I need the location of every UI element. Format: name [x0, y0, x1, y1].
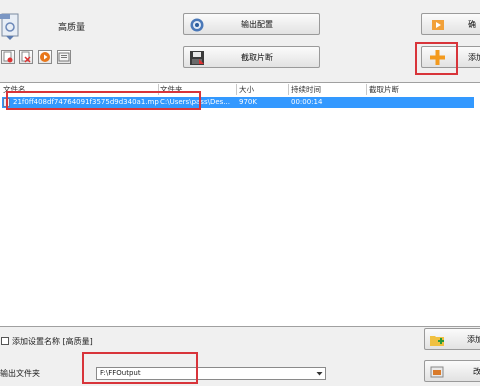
info-icon — [58, 52, 70, 62]
column-header-duration[interactable]: 持续时间 — [291, 83, 321, 96]
file-list[interactable]: 文件名 文件夹 大小 持续时间 截取片断 21f0ff408df74764091… — [0, 82, 480, 327]
table-row[interactable]: 21f0ff408df74764091f3575d9d340a1.mp4 C:\… — [2, 97, 474, 108]
change-button-label: 改 — [473, 366, 480, 376]
output-folder-select[interactable]: F:\FFOutput — [96, 367, 326, 380]
clear-icon — [21, 51, 31, 63]
media-info-button[interactable] — [57, 50, 71, 64]
add-setting-name-checkbox[interactable] — [1, 337, 9, 345]
add-file-label: 添加 — [468, 52, 480, 62]
duration-cell: 00:00:14 — [291, 98, 323, 106]
column-header-clip[interactable]: 截取片断 — [369, 83, 399, 96]
settings-icon — [189, 17, 205, 33]
clip-button[interactable]: 截取片断 — [183, 46, 320, 68]
size-cell: 970K — [239, 98, 257, 106]
add-button-label: 添加 — [467, 334, 480, 344]
quality-label: 高质量 — [58, 23, 86, 33]
output-settings-button[interactable]: 输出配置 — [183, 13, 320, 35]
play-button[interactable] — [38, 50, 52, 64]
column-header-size[interactable]: 大小 — [239, 83, 254, 96]
clip-cell — [369, 97, 469, 108]
output-settings-label: 输出配置 — [241, 19, 273, 29]
save-icon — [189, 50, 205, 66]
folder-add-icon — [429, 332, 445, 348]
clear-list-button[interactable] — [19, 50, 33, 64]
add-file-button[interactable]: 添加 — [421, 46, 480, 68]
add-button[interactable]: 添加 — [424, 328, 480, 350]
file-name-cell: 21f0ff408df74764091f3575d9d340a1.mp4 — [13, 98, 159, 106]
output-folder-label: 输出文件夹 — [0, 369, 40, 378]
add-setting-name-label: 添加设置名称 [高质量] — [12, 337, 93, 346]
chevron-down-icon[interactable] — [315, 369, 324, 378]
video-file-icon — [3, 98, 10, 107]
plus-icon — [429, 49, 446, 66]
column-header-filename[interactable]: 文件名 — [3, 83, 26, 96]
output-folder-value: F:\FFOutput — [100, 369, 141, 377]
profile-icon — [0, 12, 22, 42]
confirm-button[interactable]: 确 — [421, 13, 480, 35]
change-button[interactable]: 改 — [424, 360, 480, 382]
arrow-right-icon — [430, 17, 446, 33]
remove-file-button[interactable] — [1, 50, 15, 64]
play-icon — [40, 52, 50, 62]
confirm-label: 确 — [468, 19, 476, 29]
folder-cell: C:\Users\pass\Des... — [160, 98, 230, 106]
remove-icon — [3, 51, 13, 63]
clip-label: 截取片断 — [241, 52, 273, 62]
column-header-folder[interactable]: 文件夹 — [160, 83, 183, 96]
folder-icon — [429, 364, 445, 380]
